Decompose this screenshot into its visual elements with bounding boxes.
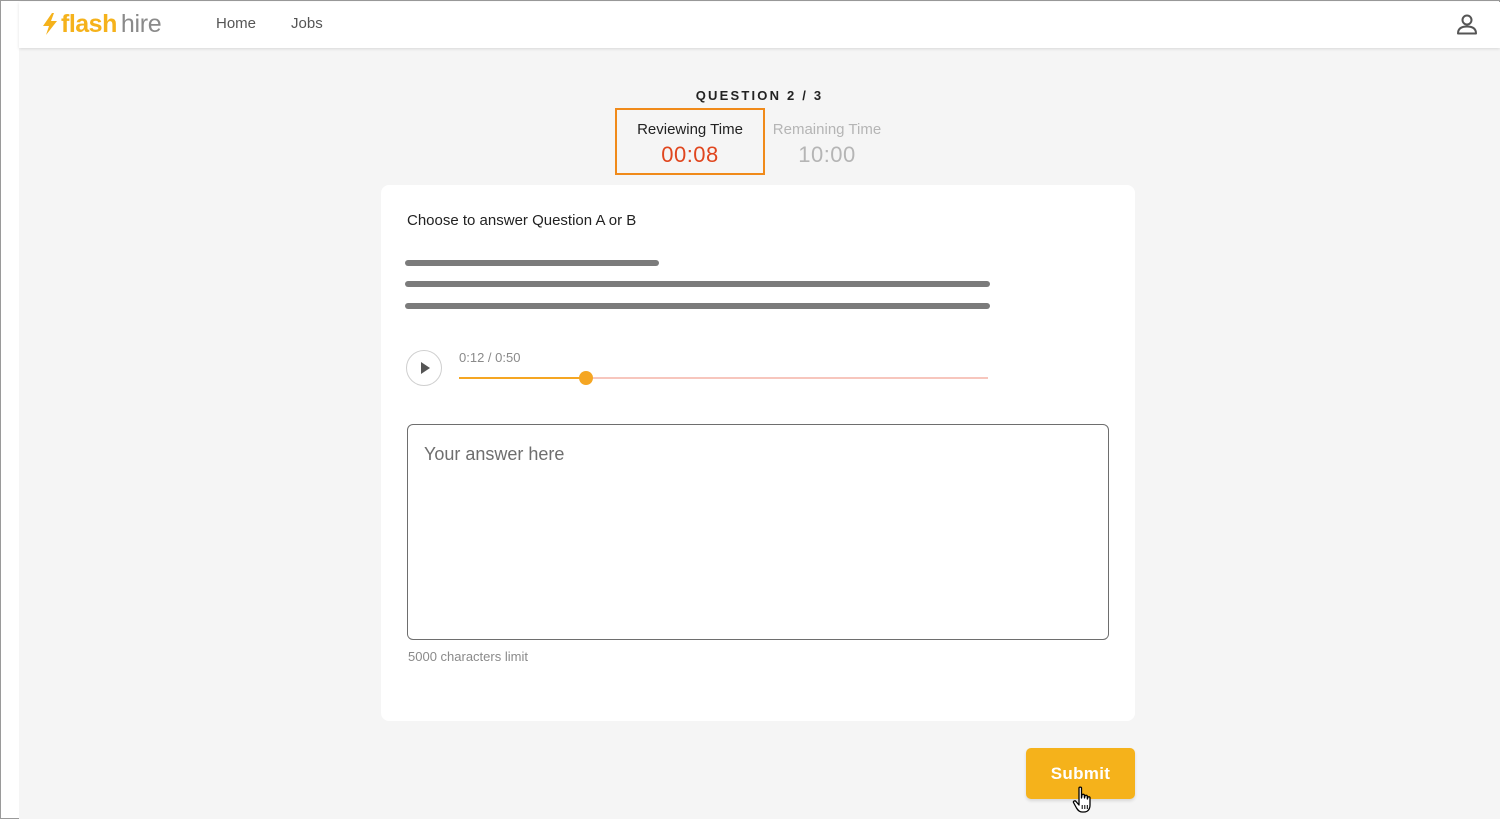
question-text-placeholder-line bbox=[405, 303, 990, 309]
main-nav: Home Jobs bbox=[216, 15, 323, 32]
lightning-bolt-icon bbox=[43, 13, 57, 35]
remaining-timer-value: 10:00 bbox=[798, 142, 856, 167]
character-limit-hint: 5000 characters limit bbox=[408, 649, 528, 664]
top-navbar: flash hire Home Jobs bbox=[19, 2, 1500, 48]
play-button[interactable] bbox=[406, 350, 442, 386]
remaining-timer: Remaining Time 10:00 bbox=[752, 108, 902, 175]
answer-textarea[interactable] bbox=[407, 424, 1109, 640]
screenshot-frame: flash hire Home Jobs QUESTION 2 / 3 Revi… bbox=[0, 0, 1500, 819]
hand-pointer-cursor-icon bbox=[1072, 786, 1091, 813]
nav-jobs-link[interactable]: Jobs bbox=[291, 15, 323, 32]
reviewing-timer-label: Reviewing Time bbox=[637, 121, 743, 138]
question-prompt: Choose to answer Question A or B bbox=[407, 212, 637, 229]
question-card: Choose to answer Question A or B 0:12 / … bbox=[381, 185, 1135, 721]
remaining-timer-label: Remaining Time bbox=[772, 121, 882, 138]
brand-name-light: hire bbox=[120, 9, 162, 38]
reviewing-timer-value: 00:08 bbox=[661, 142, 719, 167]
brand-name-bold: flash bbox=[61, 9, 117, 38]
audio-progress-track[interactable] bbox=[459, 371, 988, 385]
question-text-placeholder-line bbox=[405, 281, 990, 287]
question-text-placeholder-line bbox=[405, 260, 659, 266]
audio-time-display: 0:12 / 0:50 bbox=[459, 350, 521, 365]
question-counter: QUESTION 2 / 3 bbox=[695, 88, 824, 103]
nav-home-link[interactable]: Home bbox=[216, 15, 256, 32]
brand-logo[interactable]: flash hire bbox=[41, 8, 162, 40]
play-icon bbox=[421, 362, 430, 374]
audio-progress-fill bbox=[459, 377, 586, 379]
user-account-icon[interactable] bbox=[1456, 13, 1478, 35]
app-root: flash hire Home Jobs QUESTION 2 / 3 Revi… bbox=[19, 2, 1500, 819]
reviewing-timer: Reviewing Time 00:08 bbox=[615, 108, 765, 175]
audio-player: 0:12 / 0:50 bbox=[406, 349, 991, 389]
audio-progress-thumb[interactable] bbox=[578, 371, 593, 385]
